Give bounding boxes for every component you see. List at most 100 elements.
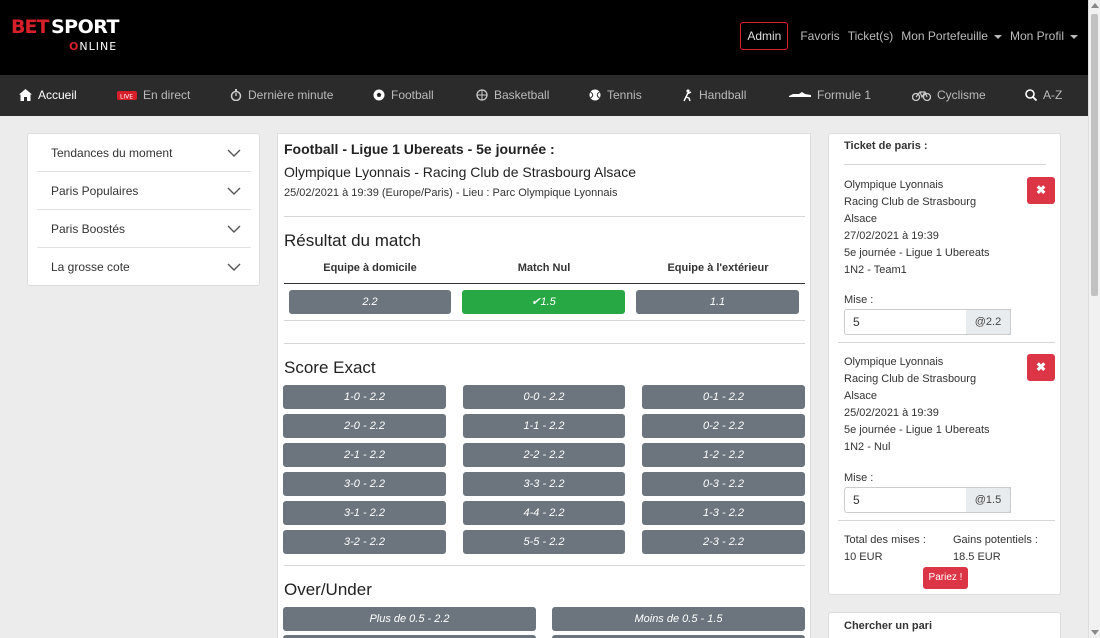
over-button[interactable]: Plus de 0.5 - 2.2	[283, 607, 536, 631]
total-mises: Total des mises : 10 EUR	[844, 534, 926, 563]
portefeuille-dropdown[interactable]: Mon Portefeuille	[901, 29, 1002, 43]
match-competition: Football - Ligue 1 Ubereats - 5e journée…	[284, 141, 555, 157]
nav-tennis[interactable]: Tennis	[589, 88, 642, 102]
section-title-over-under: Over/Under	[284, 580, 372, 599]
score-button[interactable]: 2-1 - 2.2	[283, 443, 446, 467]
tickets-link[interactable]: Ticket(s)	[848, 29, 894, 43]
nav-cyclisme[interactable]: Cyclisme	[912, 88, 986, 102]
search-icon	[1025, 89, 1037, 101]
left-accordion: Tendances du moment Paris Populaires Par…	[27, 133, 260, 286]
bet-item-2-info: Olympique Lyonnais Racing Club de Strasb…	[844, 356, 990, 453]
score-button[interactable]: 0-0 - 2.2	[463, 385, 625, 409]
nav-basketball[interactable]: Basketball	[476, 88, 549, 102]
score-button[interactable]: 1-3 - 2.2	[642, 501, 805, 525]
chevron-down-icon	[227, 225, 241, 233]
scroll-up-arrow[interactable]	[1091, 3, 1099, 8]
score-button[interactable]: 1-0 - 2.2	[283, 385, 446, 409]
odd-button-nul-selected[interactable]: ✔1.5	[462, 290, 625, 314]
bet-slip-title: Ticket de paris :	[844, 140, 928, 152]
score-button[interactable]: 1-2 - 2.2	[642, 443, 805, 467]
score-button[interactable]: 0-3 - 2.2	[642, 472, 805, 496]
divider	[844, 164, 1046, 165]
remove-bet-button[interactable]: ✖	[1027, 177, 1055, 204]
bet-item-1-info: Olympique Lyonnais Racing Club de Strasb…	[844, 179, 990, 276]
match-panel: Football - Ligue 1 Ubereats - 5e journée…	[277, 133, 811, 638]
chevron-down-icon	[1070, 34, 1078, 39]
logo-online: ONLINE	[69, 40, 118, 53]
chevron-down-icon	[227, 149, 241, 157]
score-button[interactable]: 3-3 - 2.2	[463, 472, 625, 496]
favoris-link[interactable]: Favoris	[800, 29, 839, 43]
odd-button-exterieur[interactable]: 1.1	[636, 290, 799, 314]
section-title-resultat: Résultat du match	[284, 231, 422, 250]
odd-button-domicile[interactable]: 2.2	[289, 290, 451, 314]
scroll-thumb[interactable]	[1091, 14, 1098, 296]
col-header-domicile: Equipe à domicile	[323, 262, 417, 274]
home-icon	[19, 89, 32, 101]
chevron-down-icon	[993, 34, 1002, 39]
search-bet-panel: Chercher un pari	[828, 612, 1061, 638]
under-button[interactable]: Moins de 0.5 - 1.5	[552, 607, 805, 631]
score-button[interactable]: 1-1 - 2.2	[463, 414, 625, 438]
top-header: BET SPORT ONLINE Admin Favoris Ticket(s)…	[0, 0, 1088, 75]
col-header-nul: Match Nul	[517, 262, 571, 274]
page-scrollbar[interactable]	[1088, 0, 1100, 638]
accordion-paris-populaires[interactable]: Paris Populaires	[37, 172, 251, 210]
divider	[284, 216, 805, 217]
stopwatch-icon	[230, 89, 242, 101]
gains-potentiels: Gains potentiels : 18.5 EUR	[953, 534, 1038, 563]
pariez-button[interactable]: Pariez !	[923, 567, 968, 589]
bicycle-icon	[912, 91, 931, 101]
divider	[284, 565, 805, 566]
score-button[interactable]: 0-2 - 2.2	[642, 414, 805, 438]
divider	[284, 320, 805, 321]
bet-slip: Ticket de paris : Olympique Lyonnais Rac…	[828, 133, 1061, 595]
close-icon: ✖	[1035, 183, 1047, 197]
mise-label: Mise :	[844, 472, 874, 484]
brand-logo[interactable]: BET SPORT ONLINE	[11, 16, 123, 58]
svg-text:LIVE: LIVE	[120, 94, 133, 101]
handball-player-icon	[683, 88, 692, 101]
mise-label: Mise :	[844, 294, 874, 306]
close-icon: ✖	[1035, 360, 1047, 374]
score-button[interactable]: 4-4 - 2.2	[463, 501, 625, 525]
accordion-grosse-cote[interactable]: La grosse cote	[37, 248, 251, 286]
score-button[interactable]: 2-3 - 2.2	[642, 530, 805, 554]
remove-bet-button[interactable]: ✖	[1027, 354, 1055, 381]
admin-button[interactable]: Admin	[740, 22, 789, 50]
divider	[284, 343, 805, 344]
score-button[interactable]: 0-1 - 2.2	[642, 385, 805, 409]
nav-accueil[interactable]: Accueil	[19, 88, 77, 102]
odd-addon: @1.5	[966, 487, 1011, 513]
nav-formule1[interactable]: Formule 1	[789, 88, 871, 102]
nav-derniere-minute[interactable]: Dernière minute	[230, 88, 333, 102]
football-icon	[373, 89, 385, 101]
score-button[interactable]: 2-0 - 2.2	[283, 414, 446, 438]
search-bet-title: Chercher un pari	[844, 620, 933, 632]
score-button[interactable]: 5-5 - 2.2	[463, 530, 625, 554]
chevron-down-icon	[227, 263, 241, 271]
tennis-ball-icon	[589, 89, 601, 101]
profil-dropdown[interactable]: Mon Profil	[1010, 29, 1078, 43]
col-header-exterieur: Equipe à l'extérieur	[667, 262, 769, 274]
score-button[interactable]: 3-0 - 2.2	[283, 472, 446, 496]
top-nav: Admin Favoris Ticket(s) Mon Portefeuille…	[740, 21, 1082, 51]
score-button[interactable]: 3-2 - 2.2	[283, 530, 446, 554]
logo-bet: BET	[11, 16, 49, 38]
score-button[interactable]: 2-2 - 2.2	[463, 443, 625, 467]
accordion-tendances[interactable]: Tendances du moment	[37, 134, 251, 172]
chevron-down-icon	[227, 187, 241, 195]
divider	[838, 342, 1055, 343]
accordion-paris-boostes[interactable]: Paris Boostés	[37, 210, 251, 248]
basketball-icon	[476, 89, 488, 101]
scroll-down-arrow[interactable]	[1091, 630, 1099, 635]
score-button[interactable]: 3-1 - 2.2	[283, 501, 446, 525]
nav-football[interactable]: Football	[373, 88, 434, 102]
logo-sport: SPORT	[51, 16, 120, 38]
live-icon: LIVE	[117, 91, 137, 101]
nav-en-direct[interactable]: LIVE En direct	[117, 88, 190, 102]
divider	[284, 283, 805, 284]
nav-a-z[interactable]: A-Z	[1025, 88, 1062, 102]
nav-handball[interactable]: Handball	[682, 88, 746, 102]
sports-nav: Accueil LIVE En direct Dernière minute F…	[0, 75, 1088, 116]
